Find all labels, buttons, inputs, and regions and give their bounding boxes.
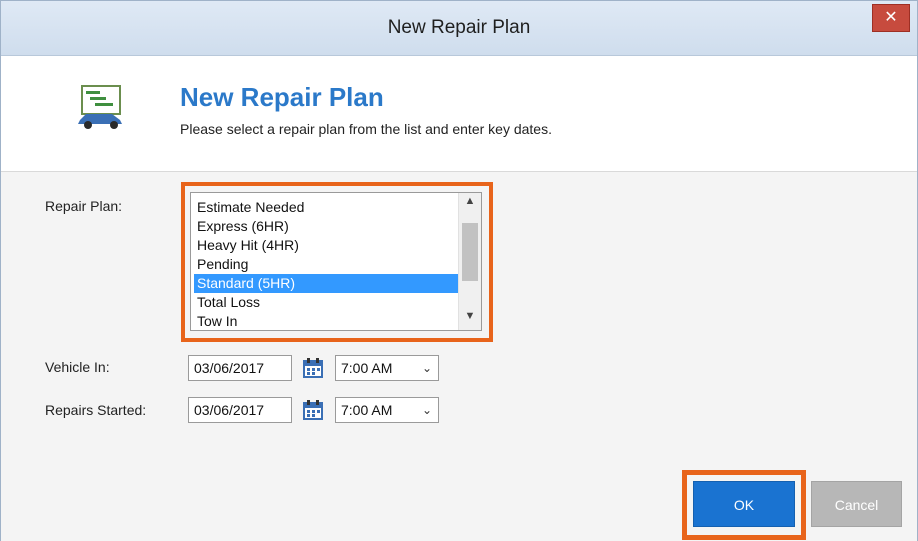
header-title: New Repair Plan [180,82,384,112]
scroll-up-arrow-icon[interactable]: ▲ [459,195,481,213]
vehicle-in-label: Vehicle In: [45,359,110,375]
dialog-header [1,56,917,172]
list-item[interactable]: Estimate Needed [194,198,459,217]
calendar-icon[interactable] [302,399,324,421]
scroll-down-arrow-icon[interactable]: ▼ [459,310,481,328]
repair-plan-label: Repair Plan: [45,198,123,214]
vehicle-in-time-select[interactable]: 7:00 AM ⌄ [335,355,439,381]
repair-plan-icon [78,85,122,129]
repairs-started-time-value: 7:00 AM [341,402,393,418]
repairs-started-time-select[interactable]: 7:00 AM ⌄ [335,397,439,423]
list-item[interactable]: Pending [194,255,459,274]
list-item-selected[interactable]: Standard (5HR) [194,274,459,293]
calendar-icon[interactable] [302,357,324,379]
scroll-thumb[interactable] [462,223,478,281]
repairs-started-date-field[interactable]: 03/06/2017 [188,397,292,423]
vehicle-in-time-value: 7:00 AM [341,360,393,376]
list-item[interactable]: Total Loss [194,293,459,312]
close-button[interactable]: ✕ [872,4,910,32]
window-title: New Repair Plan [387,17,531,38]
chevron-down-icon[interactable]: ⌄ [422,398,432,422]
ok-button[interactable]: OK [693,481,795,527]
chevron-down-icon[interactable]: ⌄ [422,356,432,380]
listbox-scrollbar[interactable]: ▲ ▼ [458,193,481,330]
close-icon: ✕ [884,9,898,26]
list-item[interactable]: Tow In [194,312,459,330]
title-bar[interactable]: New Repair Plan ✕ [1,1,917,56]
cancel-button[interactable]: Cancel [811,481,902,527]
list-item[interactable]: Heavy Hit (4HR) [194,236,459,255]
header-subtitle: Please select a repair plan from the lis… [180,121,552,137]
vehicle-in-date-field[interactable]: 03/06/2017 [188,355,292,381]
repairs-started-label: Repairs Started: [45,402,147,418]
repair-plan-listbox[interactable]: Estimate Needed Express (6HR) Heavy Hit … [190,192,482,331]
list-item[interactable]: Express (6HR) [194,217,459,236]
